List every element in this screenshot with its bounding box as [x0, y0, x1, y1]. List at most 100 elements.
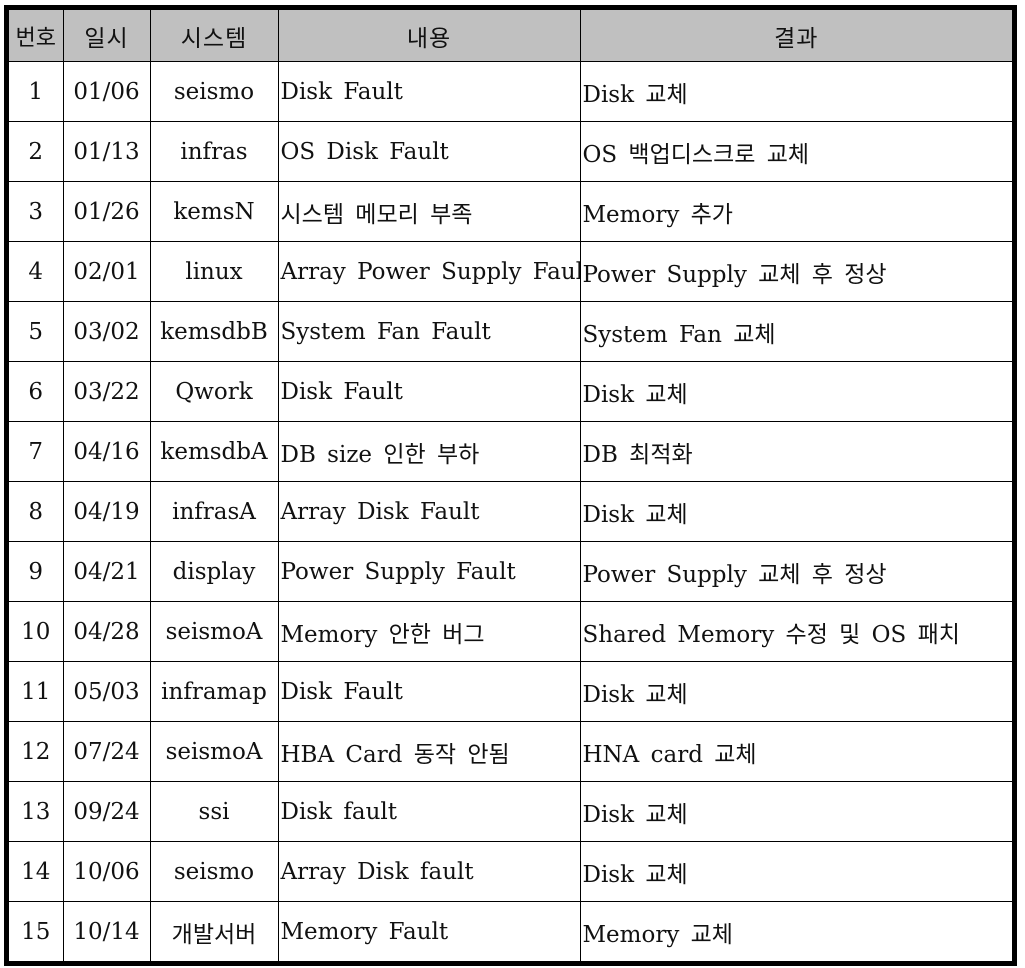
cell-date: 04/21: [62, 541, 151, 602]
cell-description: Power Supply Fault: [277, 541, 581, 602]
cell-date: 03/02: [62, 301, 151, 362]
cell-date: 05/03: [62, 661, 151, 722]
cell-system: seismoA: [149, 721, 279, 782]
cell-date: 04/19: [62, 481, 151, 542]
table-row: 12 07/24 seismoA HBA Card 동작 안됨 HNA card…: [9, 721, 1012, 782]
cell-date: 10/06: [62, 841, 151, 902]
cell-no: 4: [9, 241, 64, 302]
cell-result: Disk 교체: [579, 781, 1012, 842]
cell-no: 14: [9, 841, 64, 902]
cell-date: 07/24: [62, 721, 151, 782]
cell-no: 2: [9, 121, 64, 182]
cell-no: 5: [9, 301, 64, 362]
table-row: 6 03/22 Qwork Disk Fault Disk 교체: [9, 361, 1012, 422]
header-row: 번호 일시 시스템 내용 결과: [9, 10, 1012, 62]
cell-description: Disk Fault: [277, 61, 581, 122]
cell-description: Disk Fault: [277, 361, 581, 422]
cell-result: Disk 교체: [579, 361, 1012, 422]
cell-no: 15: [9, 901, 64, 961]
table-row: 14 10/06 seismo Array Disk fault Disk 교체: [9, 841, 1012, 902]
cell-system: Qwork: [149, 361, 279, 422]
cell-no: 12: [9, 721, 64, 782]
cell-system: seismoA: [149, 601, 279, 662]
cell-system: ssi: [149, 781, 279, 842]
cell-result: OS 백업디스크로 교체: [579, 121, 1012, 182]
table-row: 7 04/16 kemsdbA DB size 인한 부하 DB 최적화: [9, 421, 1012, 482]
cell-result: System Fan 교체: [579, 301, 1012, 362]
cell-description: 시스템 메모리 부족: [277, 181, 581, 242]
table-row: 10 04/28 seismoA Memory 안한 버그 Shared Mem…: [9, 601, 1012, 662]
cell-no: 9: [9, 541, 64, 602]
table-row: 13 09/24 ssi Disk fault Disk 교체: [9, 781, 1012, 842]
cell-date: 09/24: [62, 781, 151, 842]
cell-date: 02/01: [62, 241, 151, 302]
header-date: 일시: [62, 10, 151, 62]
cell-result: Shared Memory 수정 및 OS 패치: [579, 601, 1012, 662]
cell-no: 11: [9, 661, 64, 722]
cell-result: Power Supply 교체 후 정상: [579, 241, 1012, 302]
fault-history-table: 번호 일시 시스템 내용 결과 1 01/06 seismo Disk Faul…: [9, 10, 1012, 961]
cell-description: Array Disk fault: [277, 841, 581, 902]
cell-no: 8: [9, 481, 64, 542]
cell-date: 01/06: [62, 61, 151, 122]
cell-description: Array Power Supply Fault: [277, 241, 581, 302]
cell-result: Disk 교체: [579, 661, 1012, 722]
cell-result: Memory 교체: [579, 901, 1012, 961]
cell-system: inframap: [149, 661, 279, 722]
cell-system: linux: [149, 241, 279, 302]
table-body: 1 01/06 seismo Disk Fault Disk 교체 2 01/1…: [9, 61, 1012, 961]
cell-result: Disk 교체: [579, 61, 1012, 122]
cell-date: 03/22: [62, 361, 151, 422]
cell-description: Memory 안한 버그: [277, 601, 581, 662]
cell-description: Disk fault: [277, 781, 581, 842]
table-row: 15 10/14 개발서버 Memory Fault Memory 교체: [9, 901, 1012, 961]
header-no: 번호: [9, 10, 64, 62]
cell-no: 6: [9, 361, 64, 422]
cell-system: display: [149, 541, 279, 602]
cell-no: 3: [9, 181, 64, 242]
cell-system: kemsN: [149, 181, 279, 242]
cell-description: Disk Fault: [277, 661, 581, 722]
cell-system: kemsdbB: [149, 301, 279, 362]
table-row: 11 05/03 inframap Disk Fault Disk 교체: [9, 661, 1012, 722]
header-system: 시스템: [149, 10, 279, 62]
cell-system: infrasA: [149, 481, 279, 542]
header-description: 내용: [277, 10, 581, 62]
table-row: 8 04/19 infrasA Array Disk Fault Disk 교체: [9, 481, 1012, 542]
table-row: 9 04/21 display Power Supply Fault Power…: [9, 541, 1012, 602]
table-row: 1 01/06 seismo Disk Fault Disk 교체: [9, 61, 1012, 122]
fault-history-table-container: 번호 일시 시스템 내용 결과 1 01/06 seismo Disk Faul…: [4, 5, 1017, 966]
cell-date: 10/14: [62, 901, 151, 961]
cell-no: 7: [9, 421, 64, 482]
header-result: 결과: [579, 10, 1012, 62]
cell-system: seismo: [149, 841, 279, 902]
cell-system: infras: [149, 121, 279, 182]
cell-system: 개발서버: [149, 901, 279, 961]
cell-result: Memory 추가: [579, 181, 1012, 242]
cell-description: System Fan Fault: [277, 301, 581, 362]
cell-date: 04/28: [62, 601, 151, 662]
cell-date: 01/13: [62, 121, 151, 182]
table-row: 3 01/26 kemsN 시스템 메모리 부족 Memory 추가: [9, 181, 1012, 242]
cell-description: OS Disk Fault: [277, 121, 581, 182]
cell-result: DB 최적화: [579, 421, 1012, 482]
cell-result: Power Supply 교체 후 정상: [579, 541, 1012, 602]
table-row: 2 01/13 infras OS Disk Fault OS 백업디스크로 교…: [9, 121, 1012, 182]
cell-description: HBA Card 동작 안됨: [277, 721, 581, 782]
cell-description: Array Disk Fault: [277, 481, 581, 542]
cell-date: 04/16: [62, 421, 151, 482]
cell-result: HNA card 교체: [579, 721, 1012, 782]
cell-date: 01/26: [62, 181, 151, 242]
cell-result: Disk 교체: [579, 841, 1012, 902]
table-header: 번호 일시 시스템 내용 결과: [9, 10, 1012, 62]
cell-no: 13: [9, 781, 64, 842]
cell-system: seismo: [149, 61, 279, 122]
table-row: 4 02/01 linux Array Power Supply Fault P…: [9, 241, 1012, 302]
cell-result: Disk 교체: [579, 481, 1012, 542]
cell-no: 10: [9, 601, 64, 662]
cell-no: 1: [9, 61, 64, 122]
table-row: 5 03/02 kemsdbB System Fan Fault System …: [9, 301, 1012, 362]
cell-description: DB size 인한 부하: [277, 421, 581, 482]
cell-description: Memory Fault: [277, 901, 581, 961]
cell-system: kemsdbA: [149, 421, 279, 482]
